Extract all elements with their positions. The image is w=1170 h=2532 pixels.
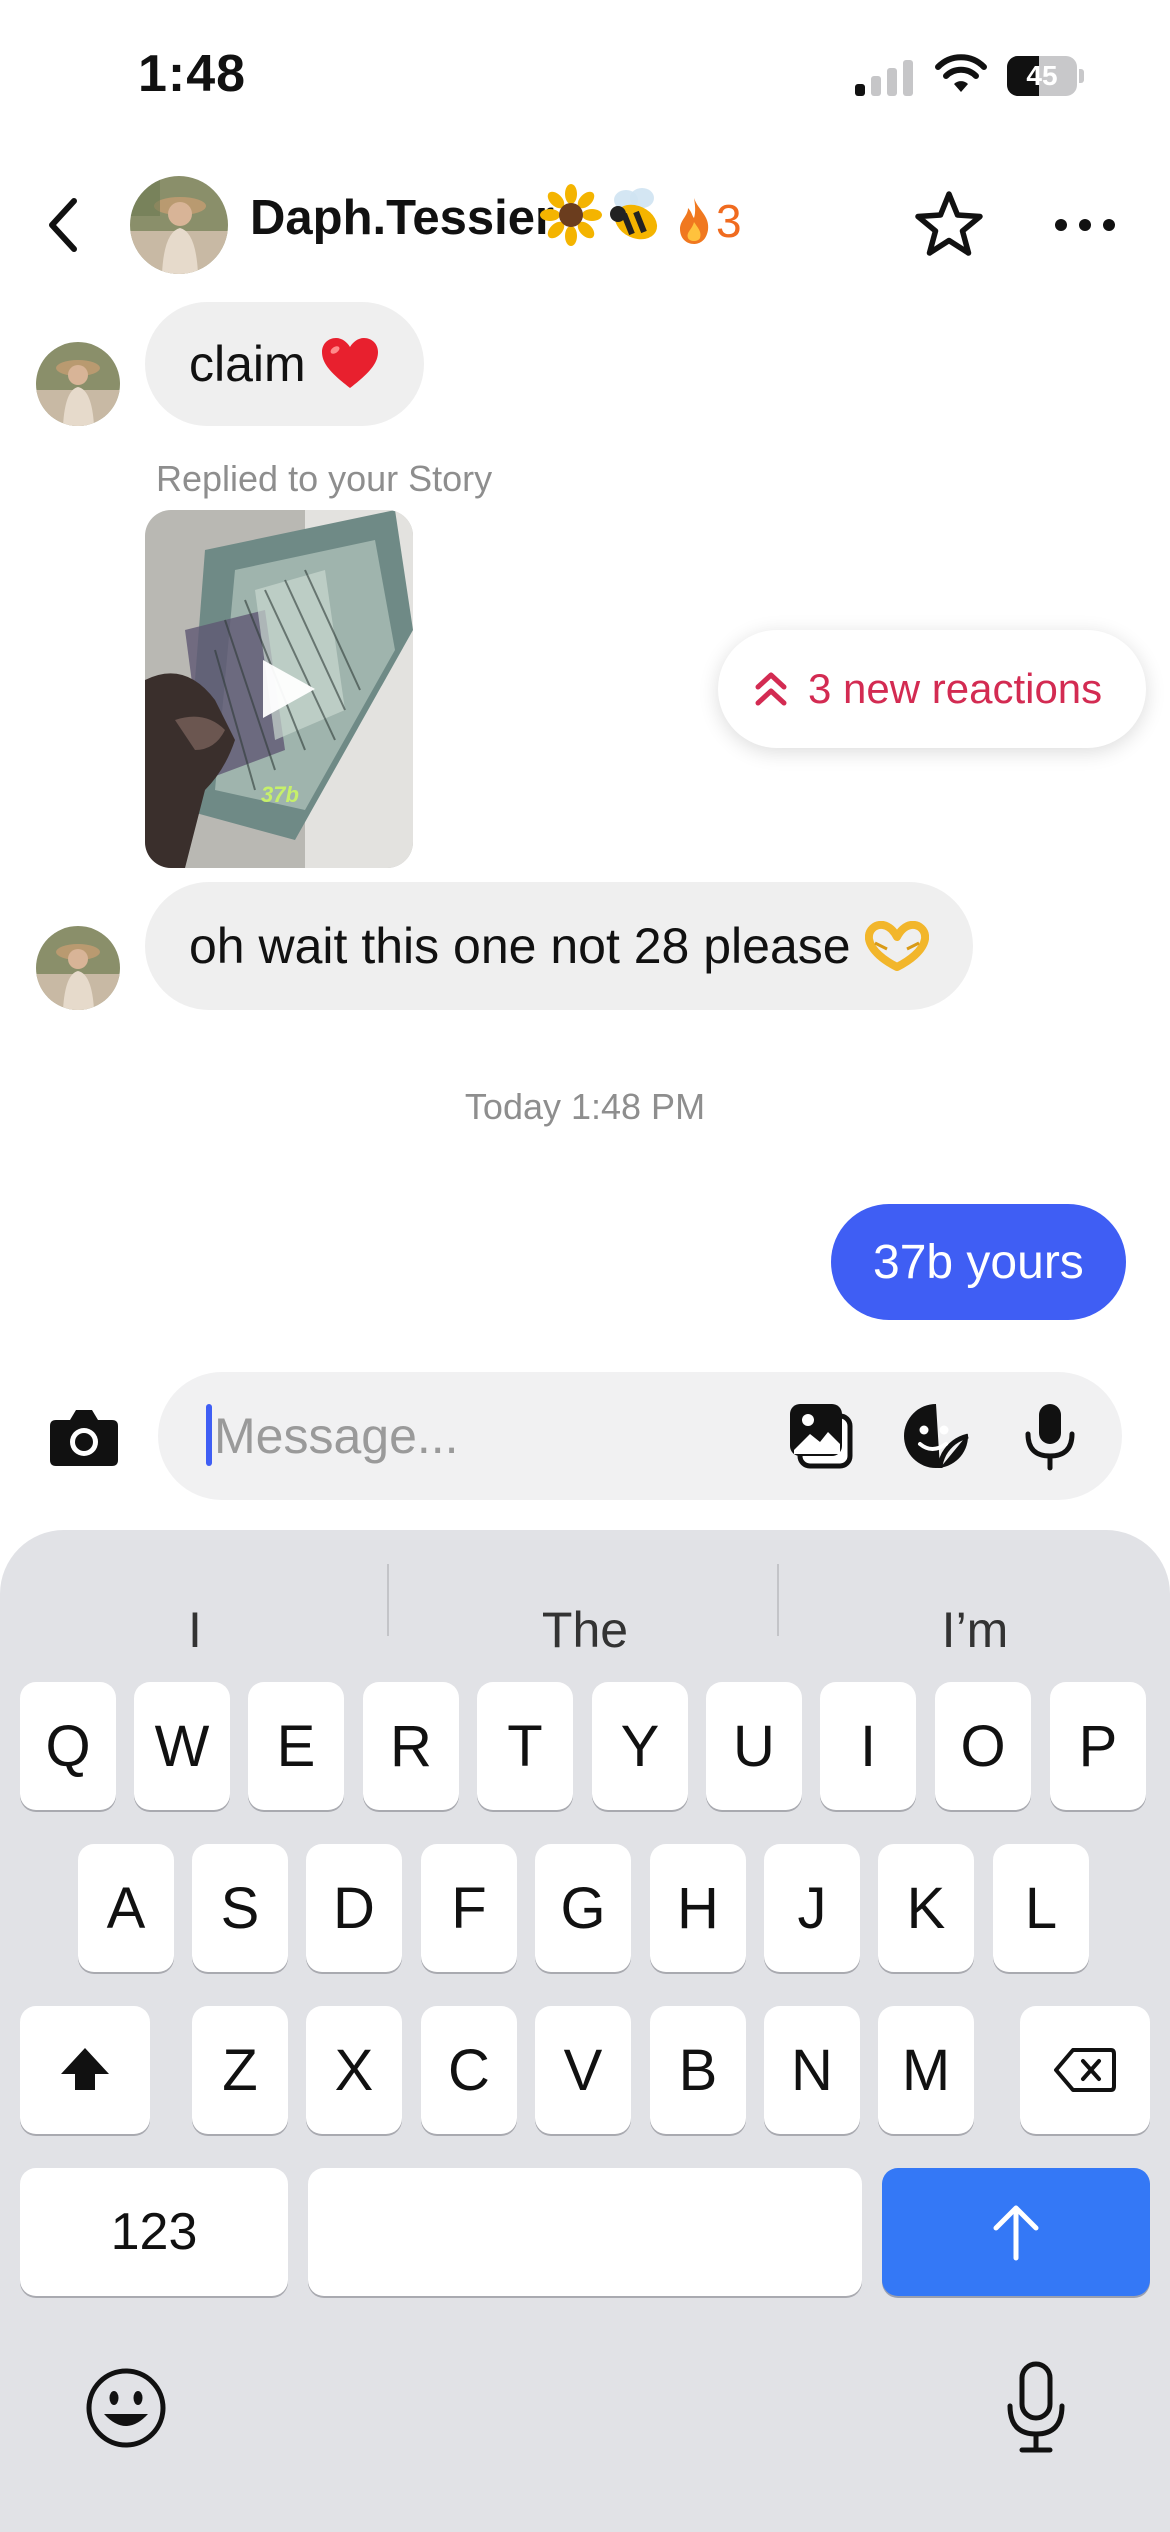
message-timestamp: Today 1:48 PM (464, 1086, 706, 1127)
heart-icon (321, 338, 378, 388)
key-x[interactable]: X (306, 2006, 402, 2134)
arrow-up-icon (993, 2205, 1039, 2261)
key-g[interactable]: G (535, 1844, 631, 1972)
numbers-key[interactable]: 123 (20, 2168, 288, 2296)
emoji-keyboard-icon[interactable] (84, 2366, 168, 2450)
camera-icon[interactable] (46, 1398, 122, 1474)
sticker-icon[interactable] (900, 1400, 972, 1472)
battery-icon: 45 (1007, 56, 1085, 96)
battery-percent: 45 (1026, 60, 1058, 91)
cellular-signal-icon (855, 60, 915, 96)
key-v[interactable]: V (535, 2006, 631, 2134)
message-bubble-outgoing[interactable]: 37b yours (831, 1204, 1126, 1320)
key-f[interactable]: F (421, 1844, 517, 1972)
delete-key[interactable] (1020, 2006, 1150, 2134)
key-z[interactable]: Z (192, 2006, 288, 2134)
key-q[interactable]: Q (20, 1682, 116, 1810)
chevron-left-icon[interactable] (40, 193, 90, 257)
new-reactions-button[interactable]: 3 new reactions (718, 630, 1146, 748)
key-j[interactable]: J (764, 1844, 860, 1972)
streak-indicator: 3 (676, 190, 742, 252)
heart-hands-icon (864, 921, 929, 971)
wifi-icon (935, 54, 987, 92)
suggestion-2[interactable]: The (390, 1580, 780, 1680)
double-chevron-up-icon (755, 672, 787, 706)
key-c[interactable]: C (421, 2006, 517, 2134)
suggestion-1[interactable]: I (0, 1580, 390, 1680)
bee-icon (610, 188, 658, 240)
key-y[interactable]: Y (592, 1682, 688, 1810)
key-i[interactable]: I (820, 1682, 916, 1810)
gallery-icon[interactable] (786, 1400, 858, 1472)
message-composer (158, 1372, 1122, 1500)
key-l[interactable]: L (993, 1844, 1089, 1972)
suggestion-3[interactable]: I’m (780, 1580, 1170, 1680)
conversation-header: Daph.Tessier 3 (0, 160, 1170, 290)
key-k[interactable]: K (878, 1844, 974, 1972)
microphone-icon[interactable] (1014, 1400, 1086, 1472)
space-key[interactable] (308, 2168, 862, 2296)
story-reply-label: Replied to your Story (156, 458, 493, 499)
dm-conversation-screen: 1:48 45 Daph.Tessier 3 claim Replied to … (0, 0, 1170, 2532)
dictation-microphone-icon[interactable] (1004, 2360, 1068, 2456)
key-e[interactable]: E (248, 1682, 344, 1810)
story-media-caption: 37b (261, 782, 299, 807)
message-text: claim (189, 336, 306, 392)
key-p[interactable]: P (1050, 1682, 1146, 1810)
message-bubble-incoming[interactable]: claim (145, 302, 424, 426)
sunflower-icon (540, 184, 602, 246)
story-reply-thumbnail[interactable]: 37b (145, 510, 413, 868)
key-s[interactable]: S (192, 1844, 288, 1972)
sender-avatar[interactable] (36, 926, 120, 1010)
more-icon[interactable] (1052, 210, 1118, 240)
new-reactions-label: 3 new reactions (808, 665, 1103, 712)
contact-avatar[interactable] (130, 176, 228, 274)
shift-key[interactable] (20, 2006, 150, 2134)
message-bubble-incoming[interactable]: oh wait this one not 28 please (145, 882, 973, 1010)
key-h[interactable]: H (650, 1844, 746, 1972)
key-t[interactable]: T (477, 1682, 573, 1810)
status-bar: 1:48 45 (0, 0, 1170, 150)
sender-avatar[interactable] (36, 342, 120, 426)
key-r[interactable]: R (363, 1682, 459, 1810)
message-text: 37b yours (873, 1235, 1084, 1289)
streak-count: 3 (716, 195, 742, 247)
key-m[interactable]: M (878, 2006, 974, 2134)
suggestion-divider (777, 1564, 779, 1636)
key-w[interactable]: W (134, 1682, 230, 1810)
key-o[interactable]: O (935, 1682, 1031, 1810)
status-time: 1:48 (138, 45, 247, 103)
message-text: oh wait this one not 28 please (189, 918, 851, 974)
star-icon[interactable] (912, 188, 986, 262)
fire-icon (680, 198, 709, 244)
shift-icon (61, 2048, 109, 2090)
send-key[interactable] (882, 2168, 1150, 2296)
contact-name[interactable]: Daph.Tessier (250, 190, 554, 246)
message-input[interactable] (214, 1372, 774, 1500)
text-caret (206, 1404, 212, 1466)
key-d[interactable]: D (306, 1844, 402, 1972)
key-b[interactable]: B (650, 2006, 746, 2134)
backspace-icon (1054, 2048, 1116, 2092)
key-a[interactable]: A (78, 1844, 174, 1972)
key-n[interactable]: N (764, 2006, 860, 2134)
suggestion-divider (387, 1564, 389, 1636)
key-u[interactable]: U (706, 1682, 802, 1810)
keyboard: I The I’m Q W E R T Y U I O P A S D F G … (0, 1530, 1170, 2532)
